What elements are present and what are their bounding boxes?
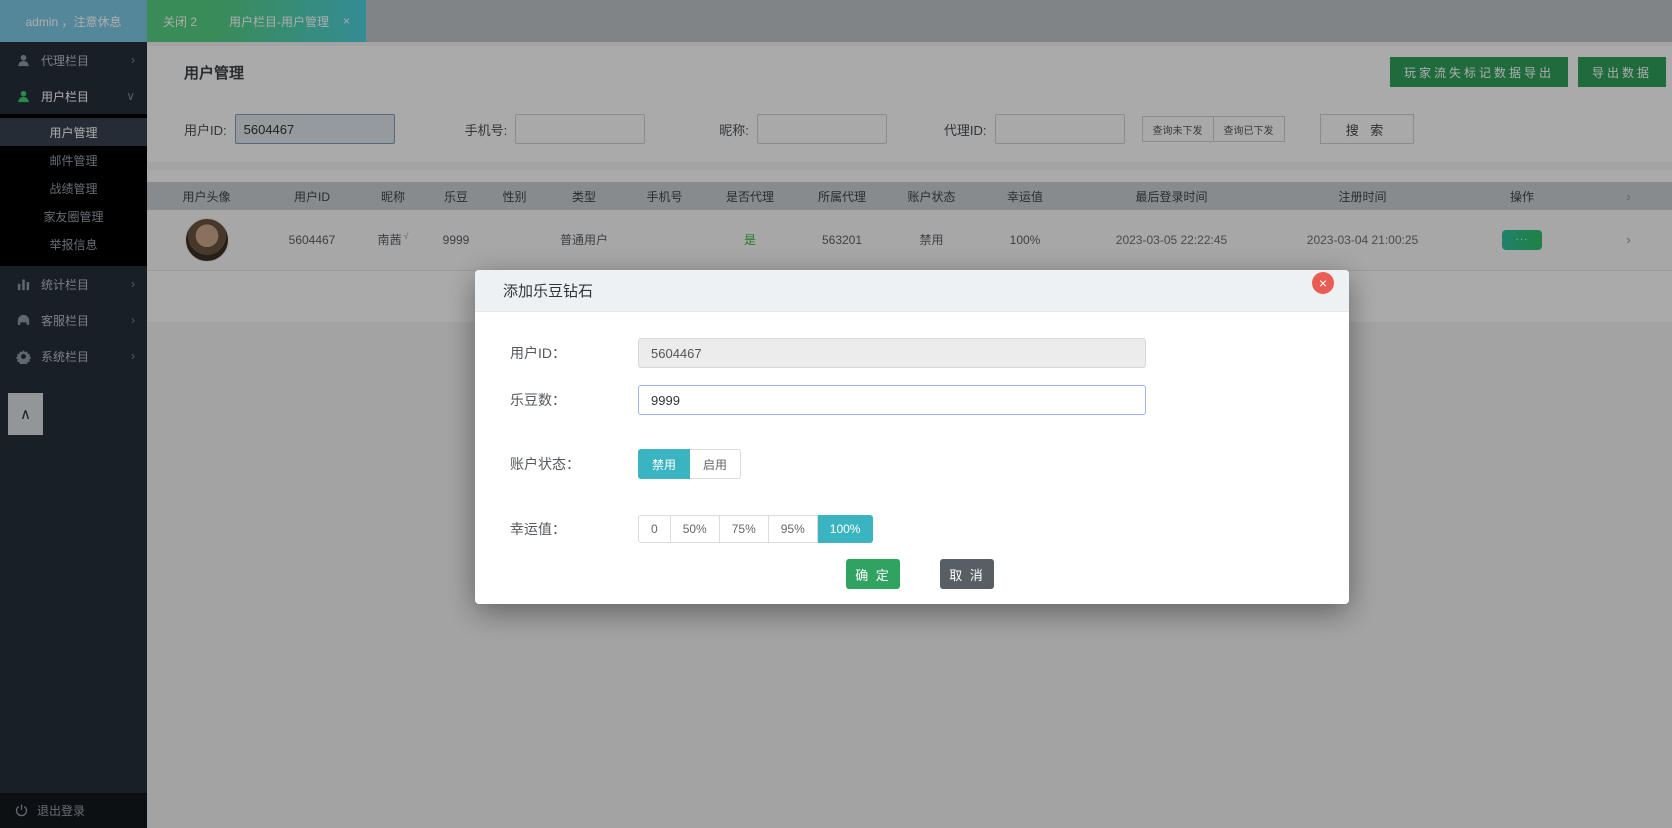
lucky-option-95[interactable]: 95%	[769, 515, 818, 543]
modal-lucky-label: 幸运值：	[510, 519, 638, 539]
modal-ledou-input[interactable]	[638, 385, 1146, 415]
cancel-button[interactable]: 取 消	[940, 559, 994, 589]
close-icon: ×	[1319, 276, 1327, 290]
modal-status-row: 账户状态： 禁用 启用	[510, 447, 1309, 481]
status-toggle-group: 禁用 启用	[638, 449, 741, 479]
modal-title: 添加乐豆钻石	[503, 280, 593, 301]
confirm-button[interactable]: 确 定	[846, 559, 900, 589]
lucky-option-group: 0 50% 75% 95% 100%	[638, 515, 873, 543]
modal-user-id-label: 用户ID：	[510, 343, 638, 363]
modal-lucky-row: 幸运值： 0 50% 75% 95% 100%	[510, 513, 1309, 545]
modal-user-id-row: 用户ID：	[510, 336, 1309, 370]
modal-ledou-row: 乐豆数：	[510, 383, 1309, 417]
modal-ledou-label: 乐豆数：	[510, 390, 638, 410]
lucky-option-50[interactable]: 50%	[671, 515, 720, 543]
lucky-option-0[interactable]: 0	[638, 515, 671, 543]
status-option-enabled[interactable]: 启用	[690, 449, 741, 479]
modal-status-label: 账户状态：	[510, 454, 638, 474]
modal-user-id-input	[638, 338, 1146, 368]
modal-header: 添加乐豆钻石	[475, 270, 1349, 312]
add-ledou-modal: 添加乐豆钻石 × 用户ID： 乐豆数： 账户状态： 禁用 启用 幸运值： 0 5…	[475, 270, 1349, 604]
lucky-option-100[interactable]: 100%	[818, 515, 874, 543]
status-option-disabled[interactable]: 禁用	[638, 449, 690, 479]
modal-close-button[interactable]: ×	[1312, 272, 1334, 294]
lucky-option-75[interactable]: 75%	[720, 515, 769, 543]
